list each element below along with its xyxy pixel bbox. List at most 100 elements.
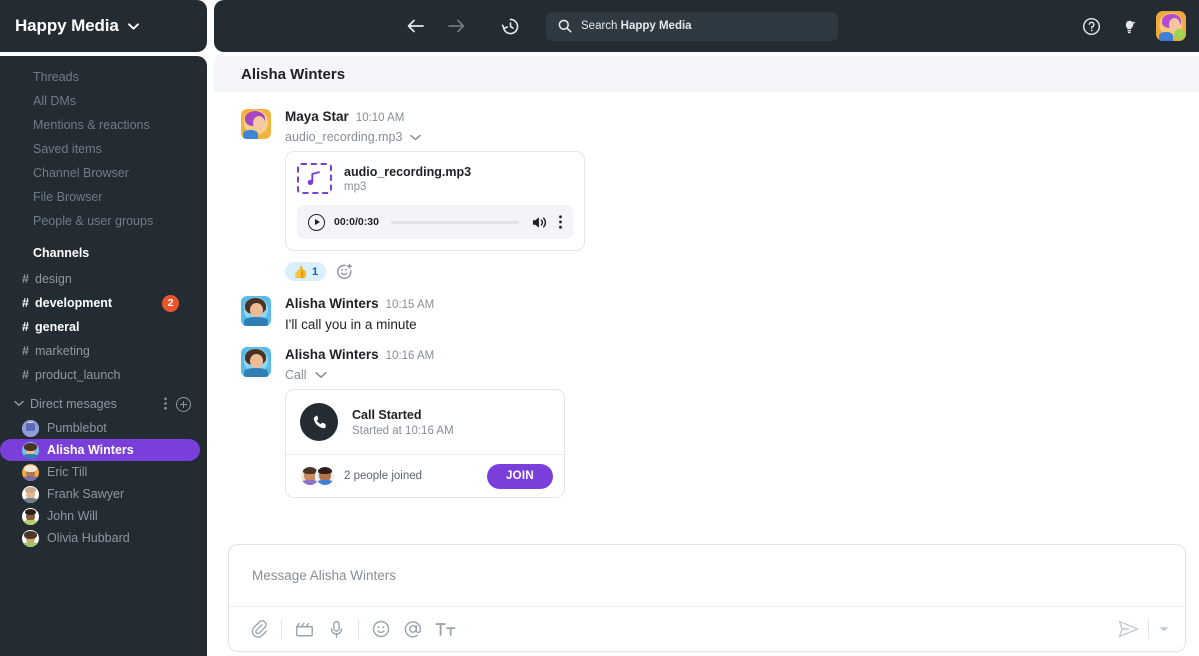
chevron-down-icon[interactable] [314,371,327,379]
emoji-icon[interactable] [365,613,397,645]
reaction-count: 1 [311,265,319,278]
add-reaction-icon[interactable] [335,262,354,281]
avatar [22,419,39,437]
sidebar-channel-marketing[interactable]: # marketing [0,339,207,363]
conversation-header: Alisha Winters [214,56,1199,92]
text-format-icon[interactable] [429,613,461,645]
attachment-label: Call [285,368,307,382]
audio-attachment-card: audio_recording.mp3 mp3 00:0/0:30 [285,151,585,251]
reaction-thumbs-up[interactable]: 👍 1 [285,262,327,281]
joined-count-label: 2 people joined [344,470,423,482]
sidebar-dm-eric-till[interactable]: Eric Till [0,461,200,483]
sidebar-dm-pumblebot[interactable]: Pumblebot [0,417,200,439]
sidebar-channel-design[interactable]: # design [0,267,207,291]
message-header: Alisha Winters 10:15 AM [285,295,1199,314]
message-author: Alisha Winters [285,347,379,362]
chevron-down-icon [127,22,139,33]
status-indicator [1174,29,1185,40]
sidebar-dm-john-will[interactable]: John Will [0,505,200,527]
message-input[interactable]: Message Alisha Winters [229,545,1185,606]
hash-icon: # [22,296,29,310]
dm-name: Olivia Hubbard [47,531,130,545]
sidebar-dm-frank-sawyer[interactable]: Frank Sawyer [0,483,200,505]
volume-icon[interactable] [531,215,548,230]
history-navigation [404,15,521,37]
audio-time: 00:0/0:30 [334,216,379,228]
sidebar-item-file-browser[interactable]: File Browser [0,185,207,209]
kebab-menu-icon[interactable] [559,215,562,229]
message-header: Maya Star 10:10 AM [285,108,1199,127]
toolbar-divider [358,619,359,639]
play-circle-icon[interactable] [308,213,325,231]
call-meta: Call Started Started at 10:16 AM [352,408,454,437]
message-text: I'll call you in a minute [285,317,417,332]
video-clip-icon[interactable] [288,613,320,645]
sidebar-dm-alisha-winters[interactable]: Alisha Winters [0,439,200,461]
music-note-icon [297,163,332,194]
audio-file-name: audio_recording.mp3 [344,164,472,179]
audio-progress-slider[interactable] [390,220,519,224]
sidebar-item-all-dms[interactable]: All DMs [0,89,207,113]
avatar[interactable] [241,347,271,377]
sidebar-item-channel-browser[interactable]: Channel Browser [0,161,207,185]
composer-send-group [1112,613,1175,645]
page-title: Alisha Winters [241,65,346,83]
attachment-label-row[interactable]: Call [285,368,1199,382]
workspace-switcher[interactable]: Happy Media [0,0,207,52]
sidebar-item-saved-items[interactable]: Saved items [0,137,207,161]
sidebar-item-label: File Browser [33,190,103,204]
sidebar-item-label: All DMs [33,94,77,108]
direct-messages-section-header[interactable]: Direct mesages [0,391,207,417]
avatar[interactable] [241,296,271,326]
sidebar-nav-panel: Threads All DMs Mentions & reactions Sav… [0,56,207,656]
channel-name: product_launch [35,368,121,382]
toolbar-divider [281,619,282,639]
hash-icon: # [22,320,29,334]
topbar-actions [1080,11,1199,41]
call-subtitle: Started at 10:16 AM [352,424,454,437]
plus-circle-icon[interactable] [176,396,191,412]
toolbar-divider [1148,619,1149,639]
lightbulb-icon[interactable] [1118,15,1140,37]
search-input[interactable]: Search Happy Media [546,11,838,41]
kebab-menu-icon[interactable] [164,397,167,412]
clock-history-icon[interactable] [499,15,521,37]
chevron-down-icon[interactable] [1153,613,1175,645]
sidebar-channel-development[interactable]: # development 2 [0,291,207,315]
sidebar-item-label: Threads [33,70,79,84]
avatar [22,529,39,547]
avatar [22,507,39,525]
sidebar-channel-product-launch[interactable]: # product_launch [0,363,207,387]
sidebar-item-mentions-reactions[interactable]: Mentions & reactions [0,113,207,137]
audio-file-info: audio_recording.mp3 mp3 [297,163,573,194]
sidebar-channel-general[interactable]: # general [0,315,207,339]
message-body: Maya Star 10:10 AM audio_recording.mp3 a… [285,108,1199,281]
channels-section-label: Channels [33,246,90,260]
user-avatar[interactable] [1156,11,1186,41]
join-call-button[interactable]: JOIN [486,463,553,489]
channel-name: development [35,296,113,310]
message-input-placeholder: Message Alisha Winters [252,568,397,583]
sidebar-item-threads[interactable]: Threads [0,65,207,89]
dm-name: Frank Sawyer [47,487,125,501]
chevron-down-icon[interactable] [410,134,422,141]
arrow-right-icon[interactable] [445,15,467,37]
sidebar-item-people-user-groups[interactable]: People & user groups [0,209,207,233]
arrow-left-icon[interactable] [404,15,426,37]
unread-badge: 2 [162,294,179,312]
mention-icon[interactable] [397,613,429,645]
send-icon[interactable] [1112,613,1144,645]
message-author: Alisha Winters [285,296,379,311]
help-circle-icon[interactable] [1080,15,1102,37]
top-bar: Search Happy Media [214,0,1199,52]
dm-name: Eric Till [47,465,88,479]
microphone-icon[interactable] [320,613,352,645]
attachment-label-row[interactable]: audio_recording.mp3 [285,130,1199,144]
hash-icon: # [22,344,29,358]
sidebar-dm-olivia-hubbard[interactable]: Olivia Hubbard [0,527,200,549]
avatar[interactable] [241,109,271,139]
workspace-name: Happy Media [15,16,119,35]
message-timestamp: 10:16 AM [385,350,435,362]
attachment-label: audio_recording.mp3 [285,130,403,144]
attachment-icon[interactable] [243,613,275,645]
